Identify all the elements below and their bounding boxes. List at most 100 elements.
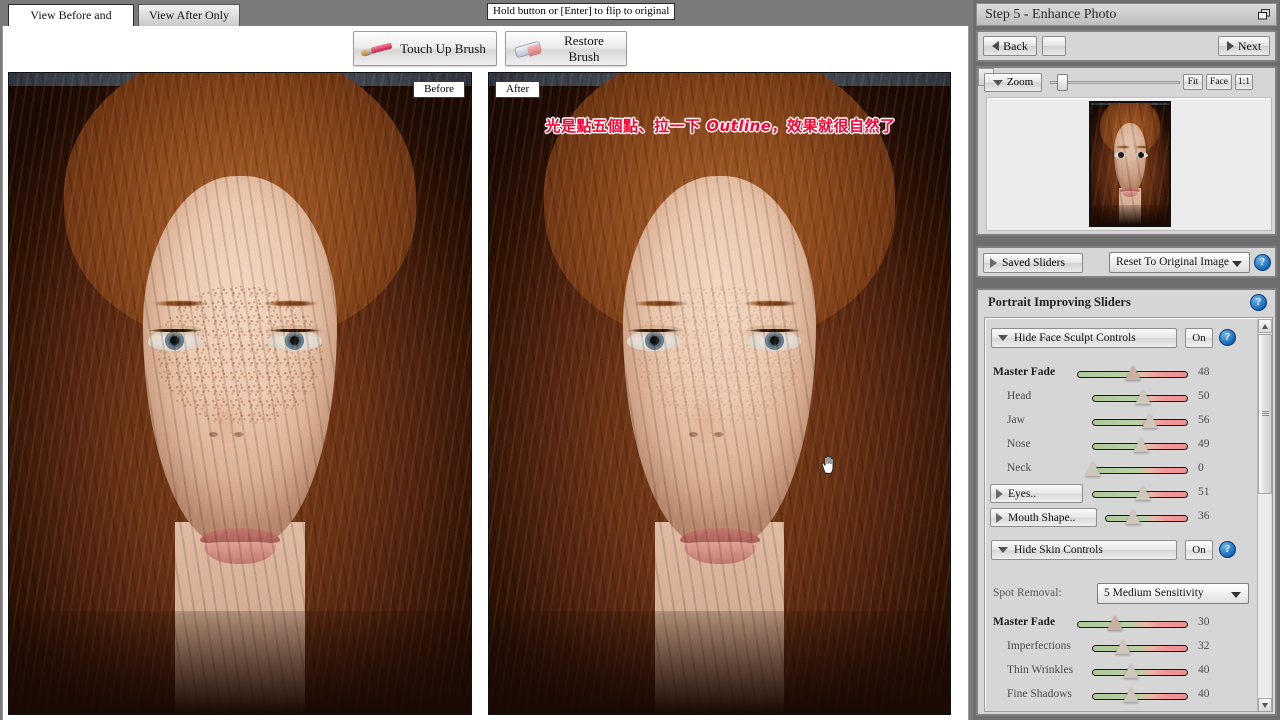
slider-value: 0 bbox=[1198, 462, 1204, 474]
slider-row-master-fade-face[interactable]: Master Fade 48 bbox=[985, 364, 1257, 386]
slider-row-imperfections[interactable]: Imperfections 32 bbox=[985, 638, 1257, 660]
slider-row-head[interactable]: Head 50 bbox=[985, 388, 1257, 410]
zoom-one-to-one-button[interactable]: 1:1 bbox=[1235, 74, 1253, 90]
slider-label: Neck bbox=[1007, 462, 1032, 474]
before-image-pane[interactable]: Before bbox=[8, 72, 472, 715]
zoom-fit-button[interactable]: Fit bbox=[1183, 74, 1203, 90]
slider-label: Thin Wrinkles bbox=[1007, 664, 1074, 676]
slider-row-jaw[interactable]: Jaw 56 bbox=[985, 412, 1257, 434]
zoom-slider-thumb[interactable] bbox=[1057, 74, 1068, 91]
paintbrush-icon bbox=[358, 36, 396, 62]
slider-value: 48 bbox=[1198, 366, 1210, 378]
slider-label: Master Fade bbox=[993, 616, 1056, 628]
face-sculpt-toggle-label: Hide Face Sculpt Controls bbox=[1014, 332, 1136, 344]
hide-face-sculpt-controls-button[interactable]: Hide Face Sculpt Controls bbox=[991, 328, 1177, 348]
zoom-preview-group: Zoom Fit Face 1:1 bbox=[976, 66, 1277, 236]
back-button[interactable]: Back bbox=[983, 36, 1037, 56]
slider-label: Head bbox=[1007, 390, 1032, 402]
chevron-down-icon bbox=[998, 335, 1008, 341]
skin-section-header: Hide Skin Controls On ? bbox=[991, 540, 1257, 562]
slider-row-mouth-shape[interactable]: Mouth Shape.. 36 bbox=[985, 508, 1257, 530]
chevron-down-icon bbox=[1232, 261, 1242, 267]
wizard-nav-group: Back Next bbox=[976, 30, 1277, 62]
restore-window-icon[interactable] bbox=[1258, 9, 1270, 20]
slider-value: 51 bbox=[1198, 486, 1210, 498]
next-button[interactable]: Next bbox=[1218, 36, 1270, 56]
preview-thumbnail[interactable] bbox=[1089, 101, 1171, 227]
annotation-italic: Outline bbox=[706, 117, 772, 135]
panel-title-bar: Step 5 - Enhance Photo bbox=[976, 3, 1277, 26]
hide-skin-controls-button[interactable]: Hide Skin Controls bbox=[991, 540, 1177, 560]
sliders-scroll-body: Hide Face Sculpt Controls On ? Master Fa… bbox=[984, 317, 1273, 712]
saved-sliders-button[interactable]: Saved Sliders bbox=[983, 253, 1083, 273]
after-portrait-image bbox=[489, 73, 950, 714]
touch-up-brush-button[interactable]: Touch Up Brush bbox=[353, 31, 497, 66]
scroll-down-arrow-icon[interactable] bbox=[1258, 698, 1272, 711]
arrow-right-icon bbox=[1226, 41, 1234, 51]
mouth-shape-label: Mouth Shape.. bbox=[1008, 511, 1076, 524]
help-icon[interactable]: ? bbox=[1250, 294, 1267, 311]
arrow-right-icon bbox=[990, 258, 997, 268]
next-label: Next bbox=[1237, 39, 1262, 53]
arrow-left-icon bbox=[992, 41, 1000, 51]
help-icon[interactable]: ? bbox=[1219, 329, 1236, 346]
skin-on-button[interactable]: On bbox=[1185, 540, 1213, 560]
chevron-down-icon bbox=[998, 547, 1008, 553]
annotation-text: 光是點五個點、拉一下 Outline，效果就很自然了 bbox=[499, 115, 942, 136]
slider-label: Jaw bbox=[1007, 414, 1025, 426]
image-compare-area: Before After 光是點五個點、拉一下 Outline，效果就很自然了 bbox=[2, 70, 969, 720]
slider-value: 50 bbox=[1198, 390, 1210, 402]
chevron-down-icon bbox=[992, 79, 1003, 86]
tab-view-after-only[interactable]: View After Only bbox=[138, 4, 240, 26]
scrollbar-thumb[interactable] bbox=[1258, 334, 1272, 494]
skin-toggle-label: Hide Skin Controls bbox=[1014, 544, 1103, 556]
slider-row-eyes[interactable]: Eyes.. 51 bbox=[985, 484, 1257, 506]
tab-label: View After Only bbox=[149, 8, 229, 22]
chevron-down-icon bbox=[1231, 592, 1241, 598]
back-label: Back bbox=[1003, 39, 1028, 53]
help-icon[interactable]: ? bbox=[1254, 254, 1271, 271]
zoom-dropdown-button[interactable]: Zoom bbox=[984, 73, 1042, 92]
mouth-shape-expand-button[interactable]: Mouth Shape.. bbox=[990, 508, 1097, 527]
portrait-improving-sliders-group: Portrait Improving Sliders ? Hide Face S… bbox=[976, 288, 1277, 716]
spot-removal-row: Spot Removal: 5 Medium Sensitivity bbox=[985, 583, 1257, 607]
touch-up-brush-label: Touch Up Brush bbox=[400, 40, 486, 56]
slider-value: 40 bbox=[1198, 688, 1210, 700]
eraser-icon bbox=[510, 36, 548, 62]
zoom-slider-track[interactable] bbox=[1050, 81, 1180, 84]
slider-value: 36 bbox=[1198, 510, 1210, 522]
face-sculpt-on-button[interactable]: On bbox=[1185, 328, 1213, 348]
spot-removal-dropdown[interactable]: 5 Medium Sensitivity bbox=[1097, 583, 1249, 604]
eyes-label: Eyes.. bbox=[1008, 487, 1037, 500]
eyes-expand-button[interactable]: Eyes.. bbox=[990, 484, 1083, 503]
slider-row-neck[interactable]: Neck 0 bbox=[985, 460, 1257, 482]
zoom-face-button[interactable]: Face bbox=[1206, 74, 1232, 90]
slider-row-fine-shadows[interactable]: Fine Shadows 40 bbox=[985, 686, 1257, 708]
slider-label: Imperfections bbox=[1007, 640, 1071, 652]
brush-toolbar: Touch Up Brush Restore Brush bbox=[2, 26, 969, 70]
help-icon[interactable]: ? bbox=[1219, 541, 1236, 558]
after-image-pane[interactable]: After 光是點五個點、拉一下 Outline，效果就很自然了 bbox=[488, 72, 951, 715]
reset-to-original-dropdown[interactable]: Reset To Original Image bbox=[1109, 252, 1250, 273]
annotation-prefix: 光是點五個點、拉一下 bbox=[545, 117, 707, 135]
restore-brush-button[interactable]: Restore Brush bbox=[505, 31, 627, 66]
slider-value: 49 bbox=[1198, 438, 1210, 450]
slider-label: Master Fade bbox=[993, 366, 1056, 378]
scroll-up-arrow-icon[interactable] bbox=[1258, 319, 1272, 333]
preview-portrait-image bbox=[1091, 103, 1169, 225]
arrow-right-icon bbox=[996, 512, 1003, 523]
slider-row-nose[interactable]: Nose 49 bbox=[985, 436, 1257, 458]
sliders-scrollbar[interactable] bbox=[1257, 319, 1272, 711]
slider-row-master-fade-skin[interactable]: Master Fade 30 bbox=[985, 614, 1257, 636]
slider-value: 40 bbox=[1198, 664, 1210, 676]
reset-selected-value: Reset To Original Image bbox=[1116, 256, 1229, 268]
spot-removal-value: 5 Medium Sensitivity bbox=[1104, 587, 1204, 599]
page-title: Step 5 - Enhance Photo bbox=[985, 7, 1117, 22]
slider-row-thin-wrinkles[interactable]: Thin Wrinkles 40 bbox=[985, 662, 1257, 684]
blank-nav-button[interactable] bbox=[1042, 36, 1066, 56]
annotation-suffix: ，效果就很自然了 bbox=[771, 117, 896, 135]
face-sculpt-section-header: Hide Face Sculpt Controls On ? bbox=[991, 328, 1257, 350]
hand-cursor-icon bbox=[821, 455, 834, 474]
slider-value: 56 bbox=[1198, 414, 1210, 426]
tab-view-before-and-after[interactable]: View Before and After bbox=[8, 4, 134, 42]
